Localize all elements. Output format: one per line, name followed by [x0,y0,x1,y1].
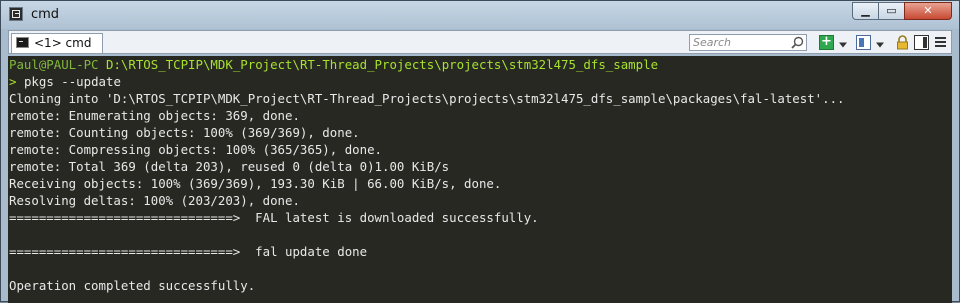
tab-label: <1> cmd [34,36,92,50]
output-line: Resolving deltas: 100% (203/203), done. [9,193,300,208]
output-line: ==============================> FAL late… [9,210,539,225]
chevron-down-icon[interactable] [875,37,885,52]
search-input[interactable]: Search [689,34,807,51]
output-line: Cloning into 'D:\RTOS_TCPIP\MDK_Project\… [9,91,845,106]
prompt-user: Paul@PAUL-PC [9,57,99,72]
lock-icon[interactable] [895,35,910,50]
add-icon[interactable]: + [819,35,834,50]
output-line: remote: Enumerating objects: 369, done. [9,108,300,123]
tab-cmd[interactable]: <1> cmd [11,33,103,53]
output-line: Receiving objects: 100% (369/369), 193.3… [9,176,502,191]
command-line: > pkgs --update [9,73,121,90]
console-output[interactable]: Paul@PAUL-PC D:\RTOS_TCPIP\MDK_Project\R… [8,56,952,303]
output-line: ==============================> fal upda… [9,244,368,259]
prompt-line: Paul@PAUL-PC D:\RTOS_TCPIP\MDK_Project\R… [9,56,658,73]
command-text: pkgs --update [23,74,121,89]
window-title: cmd [31,7,60,22]
console-icon [16,37,29,48]
maximize-button[interactable]: ▭ [878,2,905,20]
prompt-arrow: > [9,74,17,89]
output-line: Operation completed successfully. [9,278,256,293]
search-icon[interactable] [791,36,804,49]
menu-icon[interactable] [933,35,948,50]
close-button[interactable]: ✕ [904,2,952,20]
chevron-down-icon[interactable] [838,37,848,52]
layout-icon[interactable] [914,35,929,50]
split-icon[interactable] [856,35,871,50]
output-line: remote: Counting objects: 100% (369/369)… [9,125,360,140]
title-bar[interactable]: cmd ▁ ▭ ✕ [1,1,959,29]
console-window: cmd ▁ ▭ ✕ <1> cmd Search + Paul@PAUL-PC … [0,0,960,303]
output-line: remote: Compressing objects: 100% (365/3… [9,142,382,157]
prompt-path: D:\RTOS_TCPIP\MDK_Project\RT-Thread_Proj… [106,57,659,72]
console-app-icon[interactable] [9,7,23,21]
minimize-button[interactable]: ▁ [852,2,879,20]
output-line: remote: Total 369 (delta 203), reused 0 … [9,159,450,174]
search-placeholder: Search [693,36,732,49]
toolbar: <1> cmd Search + [8,30,952,54]
